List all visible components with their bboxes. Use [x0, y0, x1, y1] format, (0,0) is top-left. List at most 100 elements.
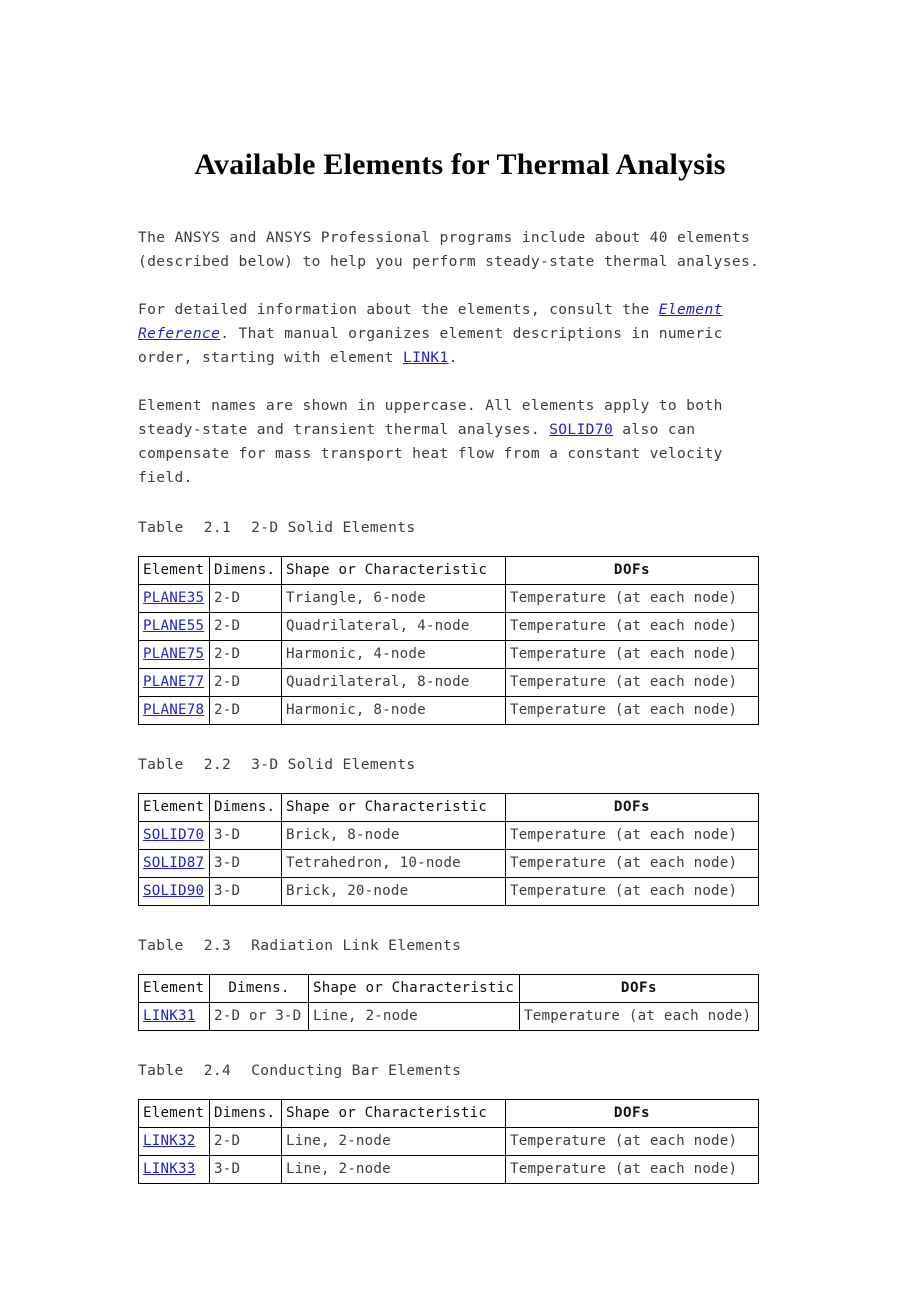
cell-shape: Line, 2-node: [281, 1127, 506, 1156]
table-caption-title: 3-D Solid Elements: [251, 756, 416, 773]
table-caption-title: Conducting Bar Elements: [251, 1062, 462, 1079]
link-link32[interactable]: LINK32: [143, 1133, 195, 1149]
cell-shape: Brick, 20-node: [281, 877, 506, 906]
link-solid70-inline[interactable]: SOLID70: [549, 421, 613, 438]
col-header-dofs: DOFs: [505, 1099, 759, 1128]
link-plane77[interactable]: PLANE77: [143, 674, 204, 690]
link-solid90[interactable]: SOLID90: [143, 883, 204, 899]
table-caption-label: Table: [138, 519, 184, 536]
cell-element: PLANE75: [138, 640, 210, 669]
cell-dimens: 3-D: [209, 877, 282, 906]
cell-dimens: 3-D: [209, 821, 282, 850]
col-header-shape: Shape or Characteristic: [281, 793, 506, 822]
table-row: SOLID90 3-D Brick, 20-node Temperature (…: [138, 877, 759, 906]
cell-shape: Line, 2-node: [281, 1155, 506, 1184]
cell-element: LINK33: [138, 1155, 210, 1184]
table-row: LINK32 2-D Line, 2-node Temperature (at …: [138, 1127, 759, 1156]
link-plane78[interactable]: PLANE78: [143, 702, 204, 718]
cell-dimens: 2-D: [209, 1127, 282, 1156]
table-caption-2-3: Table 2.3 Radiation Link Elements: [138, 936, 782, 956]
table-header-row: Element Dimens. Shape or Characteristic …: [138, 974, 759, 1003]
cell-element: LINK32: [138, 1127, 210, 1156]
cell-dimens: 2-D or 3-D: [209, 1002, 309, 1031]
table-caption-number: 2.1: [203, 519, 232, 536]
table-2-2: Element Dimens. Shape or Characteristic …: [138, 793, 759, 906]
cell-shape: Triangle, 6-node: [281, 584, 506, 613]
cell-dimens: 3-D: [209, 1155, 282, 1184]
cell-shape: Tetrahedron, 10-node: [281, 849, 506, 878]
table-caption-2-4: Table 2.4 Conducting Bar Elements: [138, 1061, 782, 1081]
cell-element: LINK31: [138, 1002, 210, 1031]
link-link1[interactable]: LINK1: [403, 349, 449, 366]
col-header-shape: Shape or Characteristic: [281, 556, 506, 585]
table-row: SOLID87 3-D Tetrahedron, 10-node Tempera…: [138, 849, 759, 878]
col-header-dofs: DOFs: [505, 793, 759, 822]
cell-element: PLANE35: [138, 584, 210, 613]
cell-dofs: Temperature (at each node): [505, 1155, 759, 1184]
col-header-element: Element: [138, 556, 210, 585]
table-row: PLANE78 2-D Harmonic, 8-node Temperature…: [138, 696, 759, 725]
table-row: LINK33 3-D Line, 2-node Temperature (at …: [138, 1155, 759, 1184]
reference-paragraph-text-c: .: [448, 349, 458, 366]
table-caption-label: Table: [138, 937, 184, 954]
col-header-dofs: DOFs: [505, 556, 759, 585]
cell-dofs: Temperature (at each node): [505, 640, 759, 669]
table-row: PLANE55 2-D Quadrilateral, 4-node Temper…: [138, 612, 759, 641]
cell-dimens: 2-D: [209, 668, 282, 697]
table-caption-number: 2.2: [203, 756, 232, 773]
cell-dofs: Temperature (at each node): [505, 668, 759, 697]
intro-paragraph: The ANSYS and ANSYS Professional program…: [138, 226, 782, 274]
table-caption-title: Radiation Link Elements: [251, 937, 462, 954]
col-header-element: Element: [138, 793, 210, 822]
cell-dimens: 2-D: [209, 584, 282, 613]
page-title: Available Elements for Thermal Analysis: [194, 148, 726, 181]
table-header-row: Element Dimens. Shape or Characteristic …: [138, 793, 759, 822]
cell-dofs: Temperature (at each node): [505, 821, 759, 850]
col-header-dimens: Dimens.: [209, 556, 282, 585]
table-caption-label: Table: [138, 756, 184, 773]
cell-dofs: Temperature (at each node): [505, 584, 759, 613]
cell-dofs: Temperature (at each node): [505, 877, 759, 906]
col-header-dimens: Dimens.: [209, 1099, 282, 1128]
cell-element: SOLID87: [138, 849, 210, 878]
cell-dofs: Temperature (at each node): [519, 1002, 759, 1031]
table-row: PLANE35 2-D Triangle, 6-node Temperature…: [138, 584, 759, 613]
cell-element: PLANE78: [138, 696, 210, 725]
table-caption-2-1: Table 2.1 2-D Solid Elements: [138, 518, 782, 538]
cell-element: SOLID70: [138, 821, 210, 850]
table-row: PLANE75 2-D Harmonic, 4-node Temperature…: [138, 640, 759, 669]
reference-paragraph: For detailed information about the eleme…: [138, 298, 782, 370]
cell-dofs: Temperature (at each node): [505, 849, 759, 878]
cell-dimens: 2-D: [209, 640, 282, 669]
link-solid87[interactable]: SOLID87: [143, 855, 204, 871]
cell-element: PLANE77: [138, 668, 210, 697]
table-caption-label: Table: [138, 1062, 184, 1079]
link-solid70[interactable]: SOLID70: [143, 827, 204, 843]
table-row: SOLID70 3-D Brick, 8-node Temperature (a…: [138, 821, 759, 850]
cell-shape: Quadrilateral, 8-node: [281, 668, 506, 697]
reference-paragraph-text-a: For detailed information about the eleme…: [138, 301, 659, 318]
cell-shape: Harmonic, 4-node: [281, 640, 506, 669]
cell-shape: Line, 2-node: [308, 1002, 520, 1031]
link-plane55[interactable]: PLANE55: [143, 618, 204, 634]
table-caption-title: 2-D Solid Elements: [251, 519, 416, 536]
table-row: LINK31 2-D or 3-D Line, 2-node Temperatu…: [138, 1002, 759, 1031]
col-header-element: Element: [138, 1099, 210, 1128]
cell-dofs: Temperature (at each node): [505, 696, 759, 725]
table-header-row: Element Dimens. Shape or Characteristic …: [138, 556, 759, 585]
table-caption-number: 2.4: [203, 1062, 232, 1079]
document-content: Available Elements for Thermal Analysis …: [138, 0, 782, 1184]
link-link33[interactable]: LINK33: [143, 1161, 195, 1177]
link-plane75[interactable]: PLANE75: [143, 646, 204, 662]
table-caption-number: 2.3: [203, 937, 232, 954]
cell-shape: Harmonic, 8-node: [281, 696, 506, 725]
col-header-element: Element: [138, 974, 210, 1003]
col-header-dimens: Dimens.: [209, 793, 282, 822]
cell-dofs: Temperature (at each node): [505, 1127, 759, 1156]
link-plane35[interactable]: PLANE35: [143, 590, 204, 606]
table-caption-2-2: Table 2.2 3-D Solid Elements: [138, 755, 782, 775]
col-header-dimens: Dimens.: [209, 974, 309, 1003]
cell-dimens: 2-D: [209, 696, 282, 725]
col-header-shape: Shape or Characteristic: [308, 974, 520, 1003]
link-link31[interactable]: LINK31: [143, 1008, 195, 1024]
